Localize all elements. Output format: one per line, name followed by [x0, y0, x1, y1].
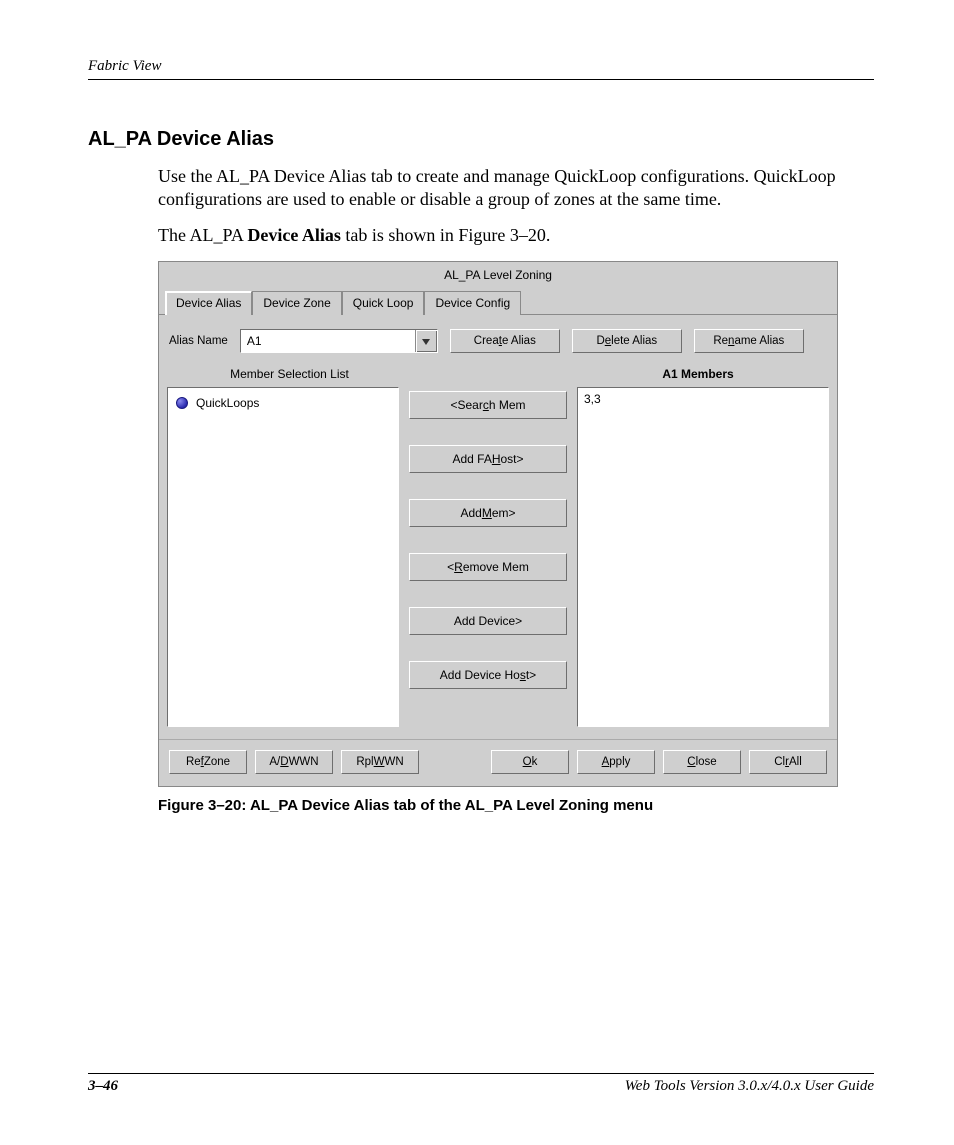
rpl-wwn-button[interactable]: Rpl WWN — [341, 750, 419, 774]
paragraph-2: The AL_PA Device Alias tab is shown in F… — [158, 224, 874, 247]
divider-top — [88, 79, 874, 80]
node-icon — [176, 397, 188, 409]
page-number: 3–46 — [88, 1078, 118, 1095]
alias-dropdown-button[interactable] — [415, 330, 437, 352]
clr-all-button[interactable]: Clr All — [749, 750, 827, 774]
add-device-host-button[interactable]: Add Device Host> — [409, 661, 567, 689]
ref-zone-button[interactable]: Ref Zone — [169, 750, 247, 774]
alias-name-label: Alias Name — [169, 335, 228, 347]
lists-row: QuickLoops <Search Mem Add FA Host> Add … — [159, 387, 837, 739]
figure-screenshot: AL_PA Level Zoning Device Alias Device Z… — [158, 261, 874, 787]
tab-device-config[interactable]: Device Config — [424, 291, 521, 315]
members-list[interactable]: 3,3 — [577, 387, 829, 727]
tab-bar: Device Alias Device Zone Quick Loop Devi… — [159, 290, 837, 315]
remove-mem-button[interactable]: <Remove Mem — [409, 553, 567, 581]
member-selection-header: Member Selection List — [167, 367, 412, 381]
page-footer: 3–46 Web Tools Version 3.0.x/4.0.x User … — [88, 1073, 874, 1095]
transfer-buttons: <Search Mem Add FA Host> Add Mem> <Remov… — [409, 387, 567, 727]
ad-wwn-button[interactable]: A/D WWN — [255, 750, 333, 774]
alias-name-input[interactable] — [241, 330, 415, 352]
search-mem-button[interactable]: <Search Mem — [409, 391, 567, 419]
member-selection-list[interactable]: QuickLoops — [167, 387, 399, 727]
close-button[interactable]: Close — [663, 750, 741, 774]
apply-button[interactable]: Apply — [577, 750, 655, 774]
divider-bottom — [88, 1073, 874, 1074]
window-title: AL_PA Level Zoning — [159, 262, 837, 290]
ok-button[interactable]: Ok — [491, 750, 569, 774]
add-device-button[interactable]: Add Device> — [409, 607, 567, 635]
tree-item-quickloops[interactable]: QuickLoops — [174, 394, 392, 412]
add-fa-host-button[interactable]: Add FA Host> — [409, 445, 567, 473]
app-window: AL_PA Level Zoning Device Alias Device Z… — [158, 261, 838, 787]
tab-device-zone[interactable]: Device Zone — [252, 291, 341, 315]
section-title: AL_PA Device Alias — [88, 128, 874, 151]
bottom-button-bar: Ref Zone A/D WWN Rpl WWN Ok Apply Close — [159, 739, 837, 786]
running-head: Fabric View — [88, 58, 874, 75]
tab-device-alias[interactable]: Device Alias — [165, 291, 252, 315]
list-headers: Member Selection List A1 Members — [159, 363, 837, 387]
delete-alias-button[interactable]: Delete Alias — [572, 329, 682, 353]
footer-doc-title: Web Tools Version 3.0.x/4.0.x User Guide — [625, 1078, 874, 1095]
paragraph-1: Use the AL_PA Device Alias tab to create… — [158, 165, 874, 210]
create-alias-button[interactable]: Create Alias — [450, 329, 560, 353]
tree-item-label: QuickLoops — [196, 396, 259, 410]
list-item[interactable]: 3,3 — [584, 392, 822, 406]
chevron-down-icon — [422, 334, 430, 348]
tab-quick-loop[interactable]: Quick Loop — [342, 291, 425, 315]
alias-row: Alias Name Create Alias Delete Alias Ren… — [159, 315, 837, 363]
rename-alias-button[interactable]: Rename Alias — [694, 329, 804, 353]
members-header: A1 Members — [567, 367, 829, 381]
add-mem-button[interactable]: Add Mem> — [409, 499, 567, 527]
figure-caption: Figure 3–20: AL_PA Device Alias tab of t… — [158, 797, 874, 814]
alias-name-combo[interactable] — [240, 329, 438, 353]
